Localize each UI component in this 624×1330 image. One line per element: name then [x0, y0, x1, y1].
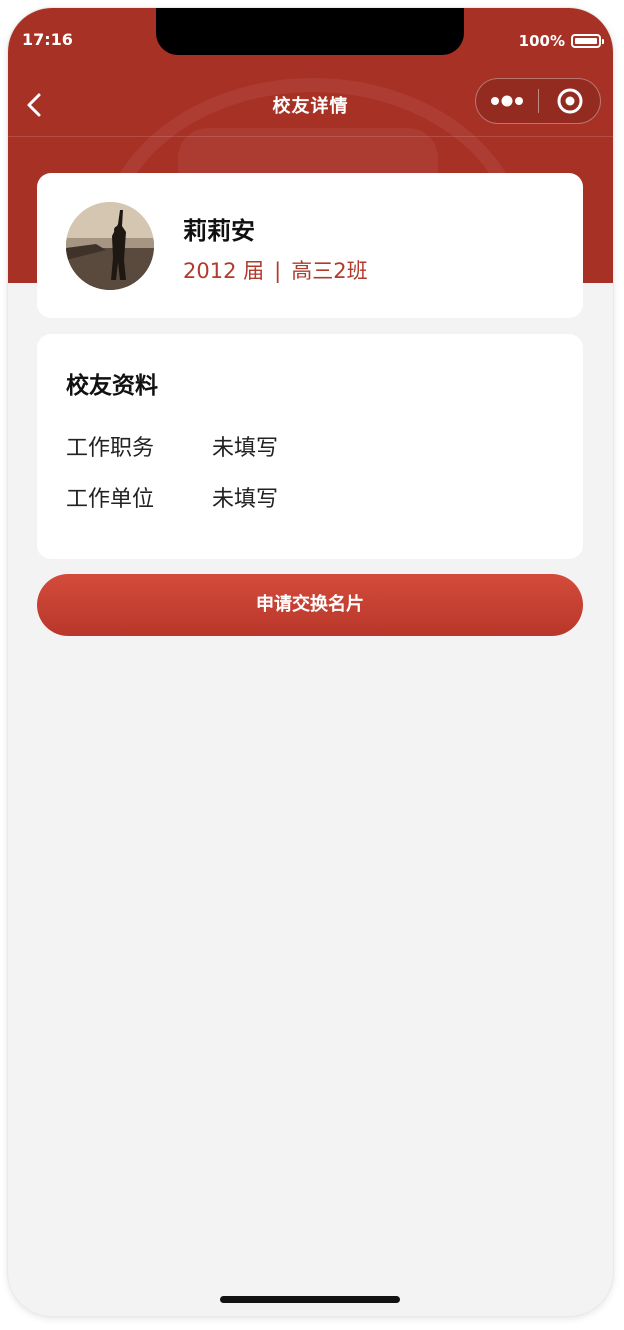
info-row-job-title: 工作职务 未填写 [66, 430, 278, 462]
battery-percentage: 100% [518, 32, 565, 50]
graduation-year: 2012 届 [183, 259, 265, 283]
battery-full-icon [571, 34, 604, 48]
status-time: 17:16 [22, 30, 73, 49]
battery-status: 100% [518, 32, 604, 50]
meta-separator: | [274, 259, 282, 283]
info-value: 未填写 [212, 487, 279, 512]
device-notch [156, 8, 464, 55]
alumni-class-info: 2012 届 | 高三2班 [183, 255, 368, 285]
alumni-name: 莉莉安 [183, 217, 255, 245]
navigation-bar: 校友详情 [8, 72, 613, 137]
info-label: 工作职务 [66, 436, 155, 461]
close-mini-program-button[interactable] [539, 79, 601, 123]
home-indicator[interactable] [220, 1296, 400, 1303]
phone-screen: 17:16 100% 校友详情 莉莉安 2012 届 | 高三2班 校友资料 工… [8, 8, 613, 1316]
exchange-card-button[interactable]: 申请交换名片 [37, 574, 583, 636]
mini-program-capsule [475, 78, 601, 124]
info-value: 未填写 [212, 436, 279, 461]
info-row-employer: 工作单位 未填写 [66, 481, 278, 513]
section-title: 校友资料 [66, 373, 158, 399]
profile-card: 莉莉安 2012 届 | 高三2班 [37, 173, 583, 318]
avatar-photo [66, 202, 154, 290]
class-name: 高三2班 [291, 259, 368, 283]
alumni-info-card: 校友资料 工作职务 未填写 工作单位 未填写 [37, 334, 583, 559]
info-label: 工作单位 [66, 487, 155, 512]
avatar[interactable] [66, 202, 154, 290]
target-circle-icon [557, 88, 583, 114]
more-dots-icon [491, 95, 523, 107]
more-button[interactable] [476, 79, 538, 123]
status-bar: 17:16 100% [8, 8, 613, 72]
